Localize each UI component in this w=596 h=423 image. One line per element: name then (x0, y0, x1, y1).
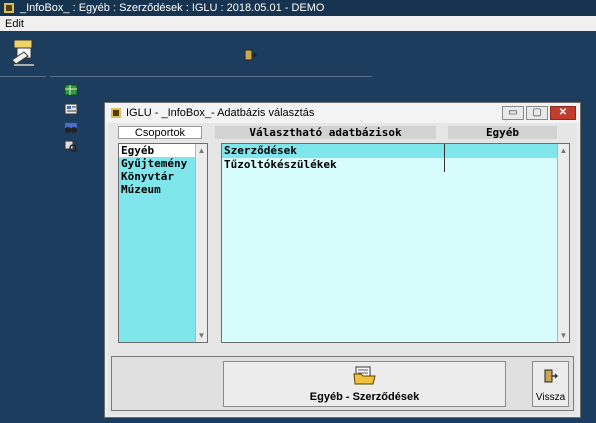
confirm-button[interactable]: Egyéb - Szerződések (223, 361, 506, 407)
button-panel: Egyéb - Szerződések Vissza (111, 356, 574, 411)
group-item[interactable]: Gyűjtemény (119, 157, 195, 170)
close-button[interactable]: ✕ (550, 106, 576, 120)
table-icon[interactable] (64, 84, 78, 96)
minimize-button[interactable]: ▭ (502, 106, 524, 120)
search-tool-icon[interactable] (64, 140, 78, 153)
database-item[interactable]: Szerződések (222, 144, 557, 158)
folder-icon (352, 365, 377, 385)
group-item[interactable]: Múzeum (119, 183, 195, 196)
scroll-down-icon[interactable]: ▼ (558, 330, 569, 341)
groups-scrollbar[interactable]: ▲ ▼ (195, 144, 207, 342)
app-title: _InfoBox_ : Egyéb : Szerződések : IGLU :… (20, 2, 325, 14)
scroll-up-icon[interactable]: ▲ (558, 145, 569, 156)
scroll-up-icon[interactable]: ▲ (196, 145, 207, 156)
group-item[interactable]: Egyéb (119, 144, 195, 157)
database-item[interactable]: Tűzoltókészülékek (222, 158, 557, 172)
scroll-down-icon[interactable]: ▼ (196, 330, 207, 341)
menubar: Edit (0, 16, 596, 31)
desktop-divider (50, 76, 372, 77)
groups-header: Csoportok (118, 126, 202, 139)
exit-door-icon[interactable] (243, 48, 257, 62)
database-select-dialog: IGLU - _InfoBox_- Adatbázis választás ▭ … (104, 102, 581, 418)
groups-list[interactable]: Egyéb Gyűjtemény Könyvtár Múzeum ▲ ▼ (118, 143, 208, 343)
databases-scrollbar[interactable]: ▲ ▼ (557, 144, 569, 342)
wrench-logo-icon[interactable] (10, 38, 40, 68)
form-icon[interactable] (64, 103, 78, 115)
group-item[interactable]: Könyvtár (119, 170, 195, 183)
dialog-title: IGLU - _InfoBox_- Adatbázis választás (126, 107, 315, 119)
dialog-titlebar[interactable]: IGLU - _InfoBox_- Adatbázis választás ▭ … (105, 103, 580, 123)
column-separator (444, 144, 445, 172)
maximize-button[interactable]: ▢ (526, 106, 548, 120)
dialog-body: Csoportok Választható adatbázisok Egyéb … (108, 123, 577, 415)
app-icon (3, 2, 15, 14)
back-button[interactable]: Vissza (532, 361, 569, 407)
desktop-divider (0, 76, 46, 77)
binoculars-icon[interactable] (64, 122, 78, 134)
app-titlebar: _InfoBox_ : Egyéb : Szerződések : IGLU :… (0, 0, 596, 16)
databases-list[interactable]: Szerződések Tűzoltókészülékek ▲ ▼ (221, 143, 570, 343)
other-header: Egyéb (448, 126, 557, 139)
confirm-button-label: Egyéb - Szerződések (309, 391, 420, 403)
app-icon (110, 107, 122, 119)
window-controls: ▭ ▢ ✕ (502, 106, 576, 120)
exit-door-icon (544, 368, 558, 384)
back-button-label: Vissza (535, 392, 566, 403)
databases-header: Választható adatbázisok (215, 126, 436, 139)
menu-edit[interactable]: Edit (0, 18, 28, 30)
